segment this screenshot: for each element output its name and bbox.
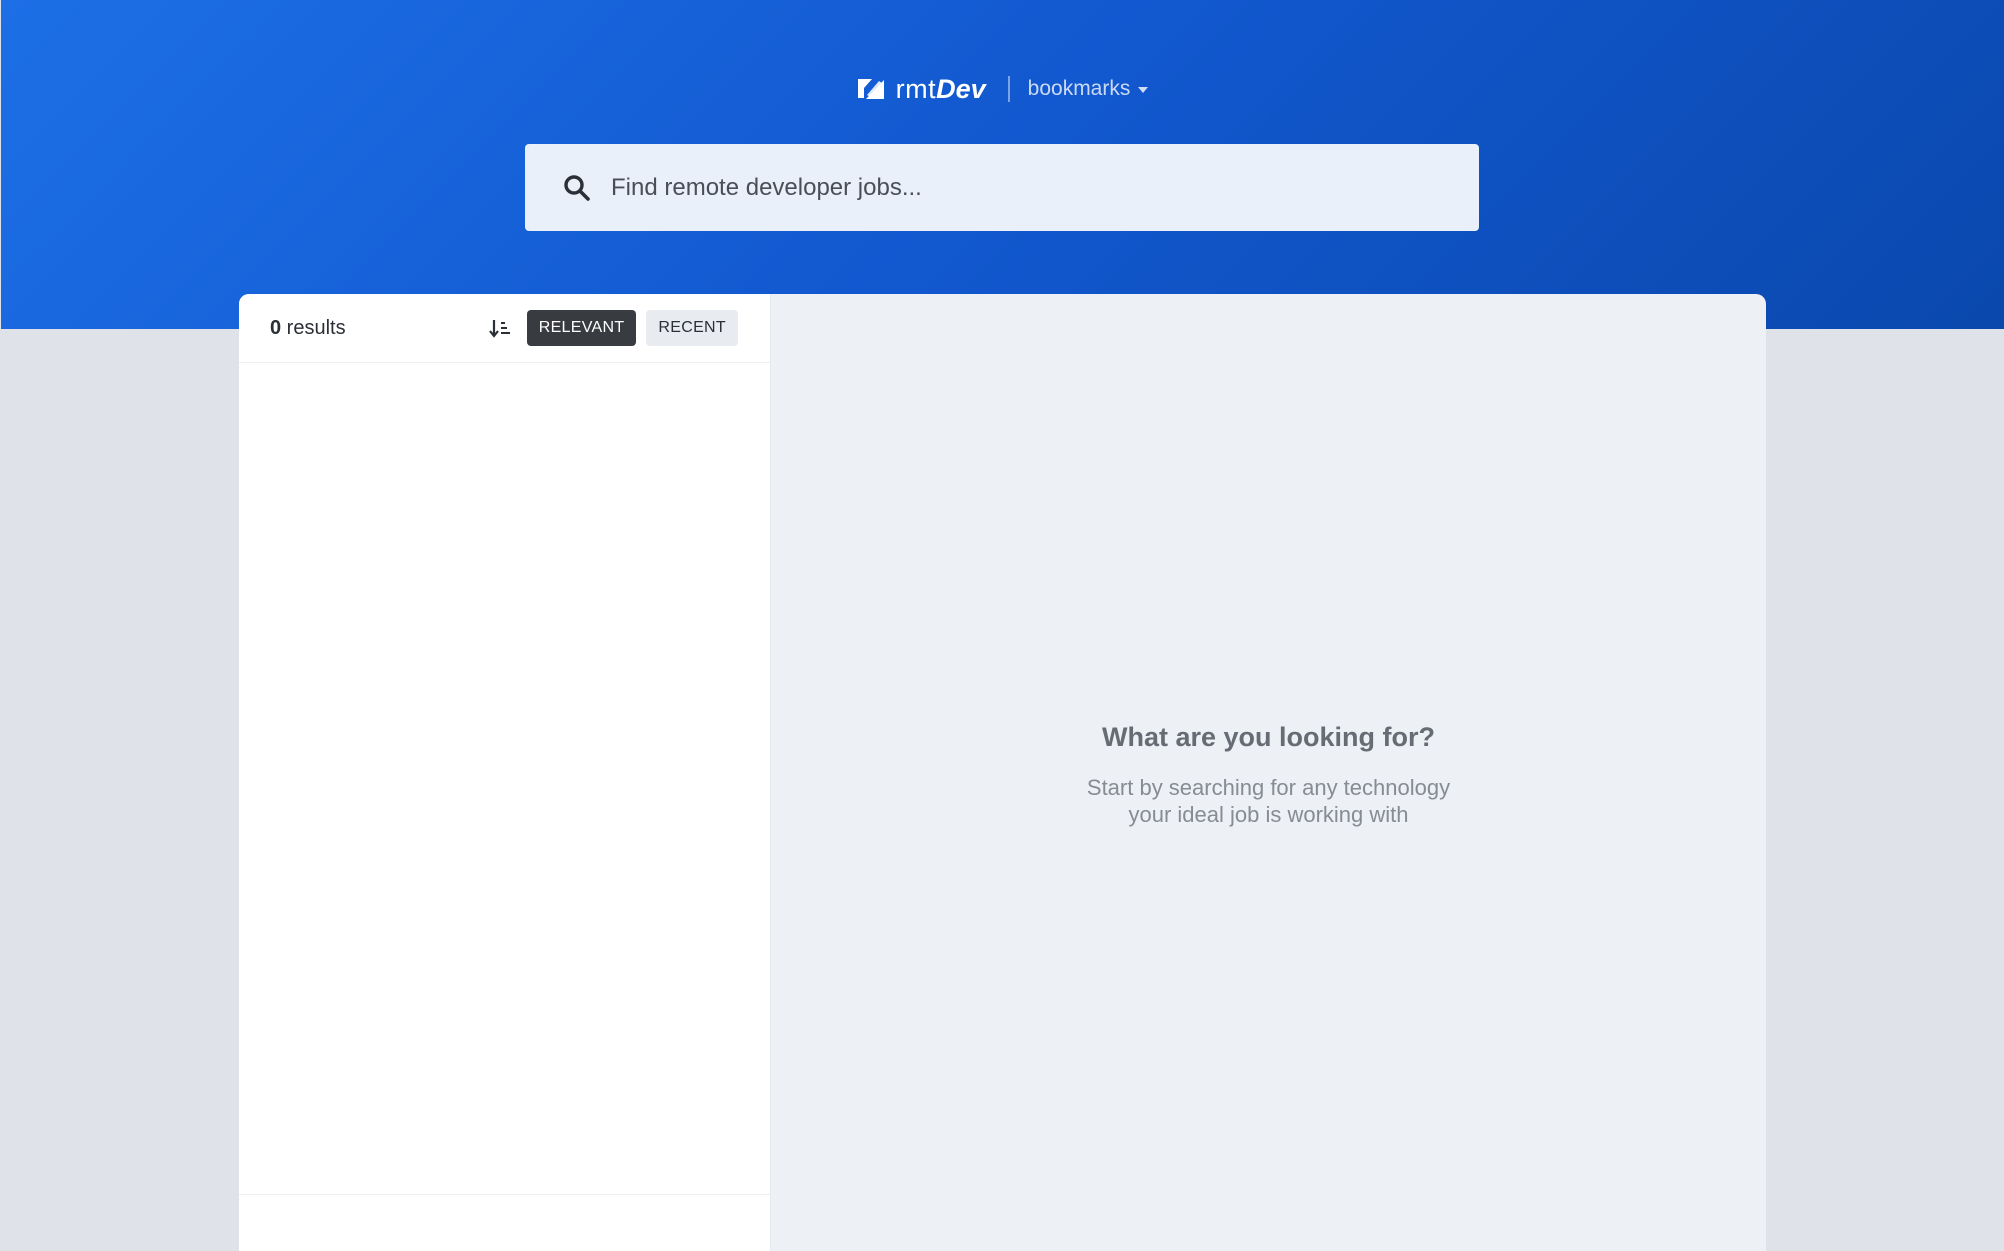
bookmarks-label: bookmarks [1027, 77, 1131, 100]
sidebar-top-bar: 0 results RELEVANT RECENT [239, 294, 770, 363]
pen-square-icon [857, 79, 884, 99]
empty-state-subtitle-line2: your ideal job is working with [1128, 802, 1409, 827]
main-card: 0 results RELEVANT RECENT What are you l… [239, 294, 1766, 1251]
sort-relevant-button[interactable]: RELEVANT [526, 310, 637, 346]
bookmarks-button[interactable]: bookmarks [1028, 77, 1149, 101]
job-list-sidebar: 0 results RELEVANT RECENT [239, 294, 771, 1251]
caret-down-icon [1138, 87, 1149, 93]
results-count: 0 results [270, 317, 346, 340]
header-divider [1007, 76, 1010, 102]
empty-state-subtitle-line1: Start by searching for any technology [1086, 775, 1451, 800]
empty-state: What are you looking for? Start by searc… [771, 294, 1766, 1251]
sort-recent-button[interactable]: RECENT [646, 310, 738, 346]
search-input[interactable] [611, 173, 1431, 202]
search-bar[interactable] [525, 144, 1479, 231]
sorting-controls: RELEVANT RECENT [488, 310, 738, 346]
pagination-area [239, 1194, 771, 1251]
empty-state-subtitle: Start by searching for any technology yo… [771, 774, 1766, 828]
top-bar: rmt Dev bookmarks [0, 70, 2004, 108]
sort-icon [488, 320, 510, 338]
logo-text-light: rmt [895, 73, 937, 104]
logo[interactable]: rmt Dev [856, 74, 986, 105]
results-count-label: results [281, 316, 346, 339]
empty-state-title: What are you looking for? [1101, 722, 1435, 752]
results-count-number: 0 [270, 316, 282, 339]
search-icon [564, 174, 590, 201]
logo-text-bold: Dev [936, 73, 986, 104]
